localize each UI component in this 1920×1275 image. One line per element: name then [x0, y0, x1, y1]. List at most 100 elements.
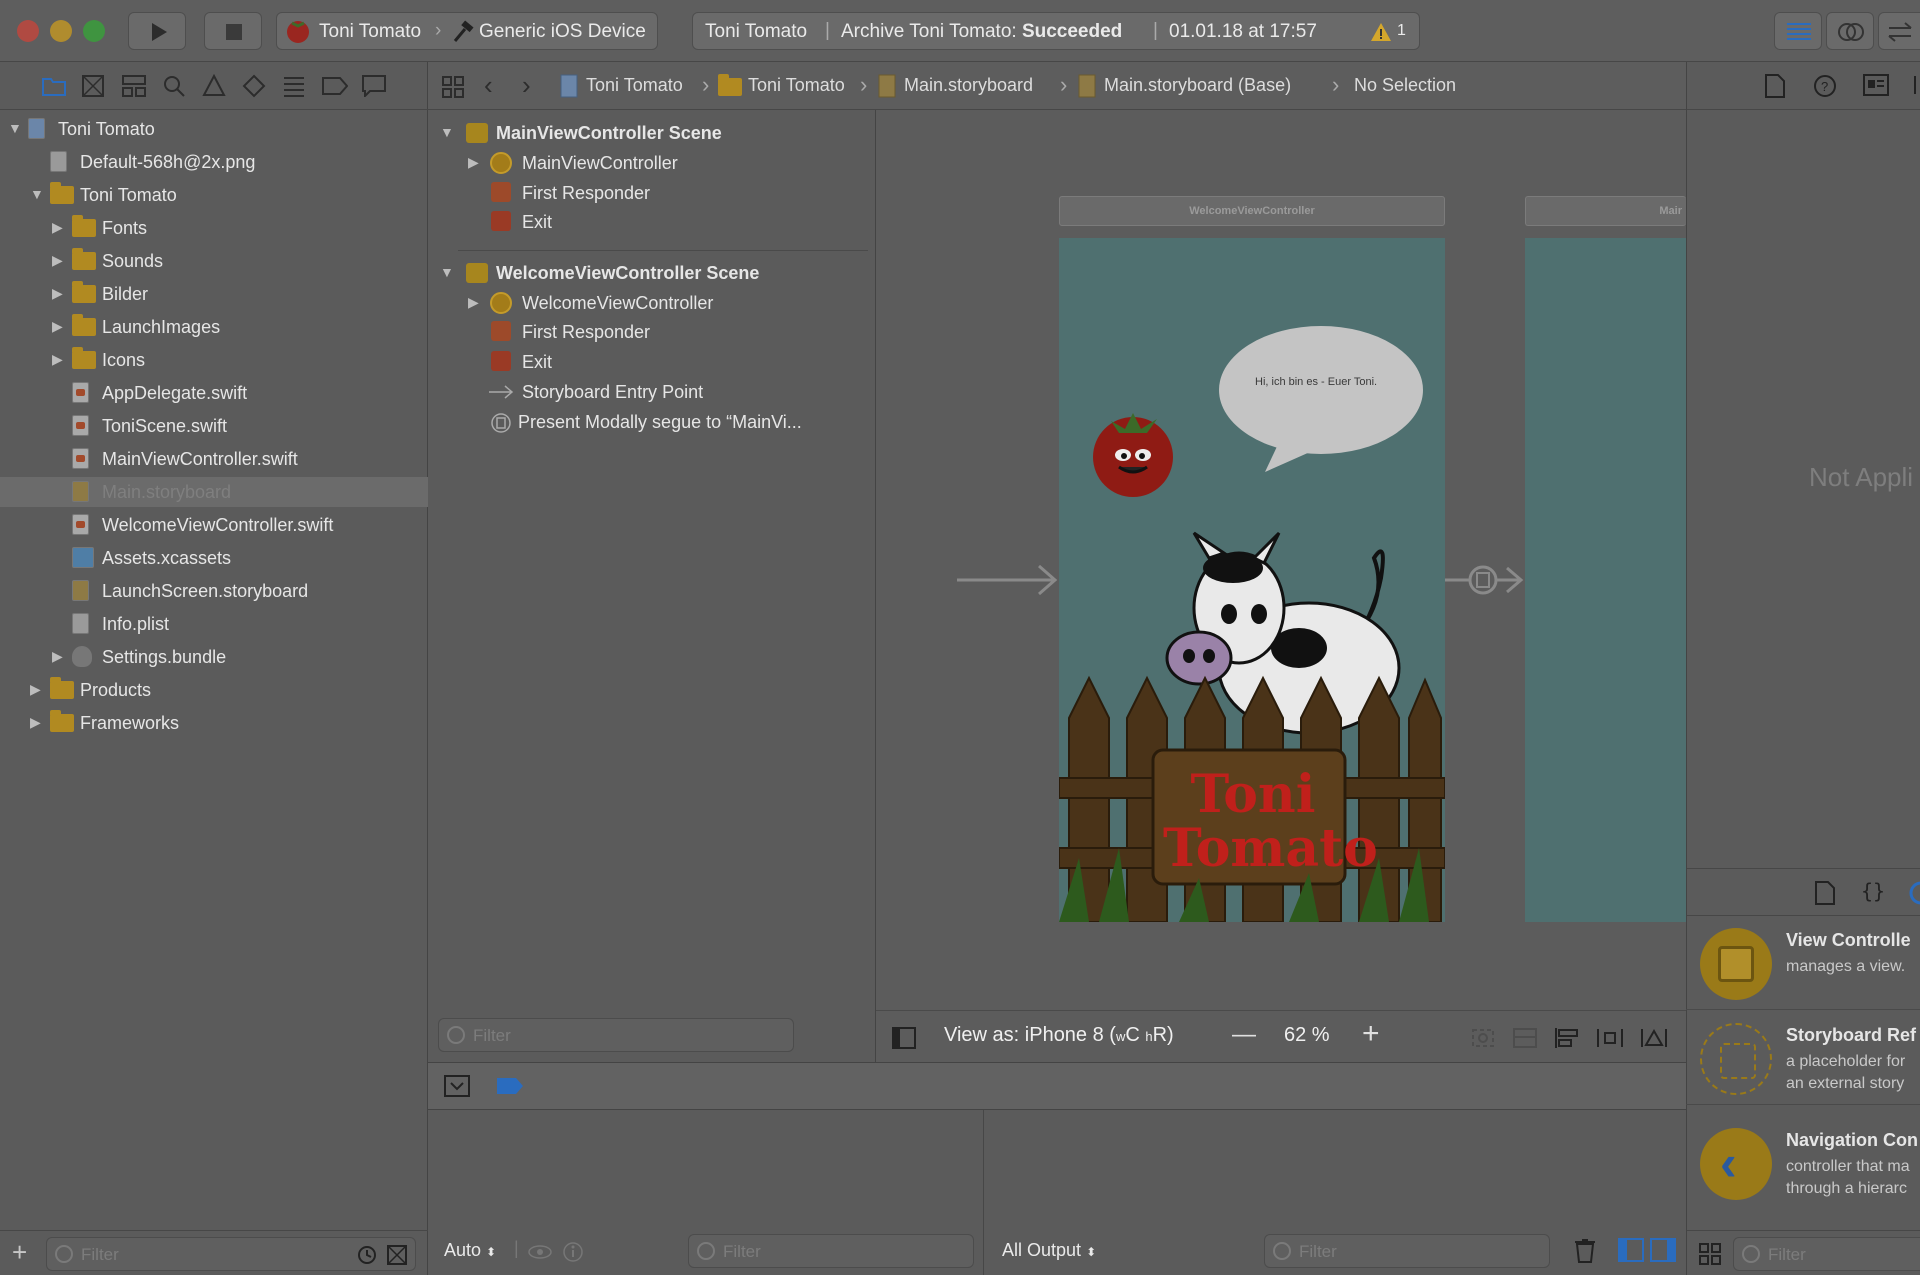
- library-item-navigation-controller[interactable]: ‹ Navigation Con controller that ma thro…: [1686, 1120, 1920, 1210]
- tree-row[interactable]: ▶ Frameworks: [0, 708, 428, 738]
- outline-item[interactable]: First Responder: [428, 178, 876, 208]
- object-library-icon[interactable]: [1909, 881, 1920, 905]
- outline-item[interactable]: ▶ WelcomeViewController: [428, 288, 876, 318]
- tree-row[interactable]: WelcomeViewController.swift: [0, 510, 428, 540]
- quick-help-icon[interactable]: ?: [1813, 74, 1837, 98]
- outline-item[interactable]: Exit: [428, 207, 876, 237]
- standard-editor-button[interactable]: [1774, 12, 1822, 50]
- outline-filter-field[interactable]: Filter: [438, 1018, 794, 1052]
- code-snippet-library-icon[interactable]: {}: [1861, 879, 1885, 903]
- segue-arrow[interactable]: [1445, 560, 1525, 600]
- console-output-select[interactable]: All Output ⬍: [1002, 1240, 1096, 1261]
- warning-indicator[interactable]: 1: [1369, 19, 1417, 45]
- quick-look-eye-icon[interactable]: [528, 1244, 552, 1260]
- update-frames-icon[interactable]: [1470, 1027, 1496, 1049]
- show-variables-view-icon[interactable]: [1618, 1238, 1644, 1262]
- outline-item[interactable]: ▶ MainViewController: [428, 148, 876, 178]
- close-window-button[interactable]: [17, 20, 39, 42]
- scene-title-bar[interactable]: WelcomeViewController: [1059, 196, 1445, 226]
- tree-row[interactable]: ▶ Sounds: [0, 246, 428, 276]
- console-filter-field[interactable]: Filter: [1264, 1234, 1550, 1268]
- breadcrumb-item-selection[interactable]: No Selection: [1354, 75, 1456, 96]
- tree-row[interactable]: LaunchScreen.storyboard: [0, 576, 428, 606]
- disclosure-open-icon[interactable]: ▼: [440, 264, 454, 280]
- file-inspector-icon[interactable]: [1765, 74, 1785, 98]
- identity-inspector-icon[interactable]: [1863, 74, 1889, 96]
- resolve-issues-icon[interactable]: [1640, 1027, 1668, 1049]
- tree-row[interactable]: Assets.xcassets: [0, 543, 428, 573]
- disclosure-closed-icon[interactable]: ▶: [52, 648, 63, 665]
- source-control-nav-icon[interactable]: [82, 75, 104, 97]
- disclosure-closed-icon[interactable]: ▶: [52, 318, 63, 335]
- version-editor-button[interactable]: [1878, 12, 1920, 50]
- zoom-out-icon[interactable]: —: [1232, 1021, 1256, 1049]
- tree-row[interactable]: AppDelegate.swift: [0, 378, 428, 408]
- tree-row[interactable]: MainViewController.swift: [0, 444, 428, 474]
- variables-scope-select[interactable]: Auto ⬍: [444, 1240, 496, 1261]
- recent-files-icon[interactable]: [357, 1245, 377, 1265]
- breakpoints-toggle-icon[interactable]: [496, 1077, 524, 1095]
- tree-row[interactable]: ToniScene.swift: [0, 411, 428, 441]
- disclosure-closed-icon[interactable]: ▶: [468, 154, 479, 171]
- library-item-storyboard-reference[interactable]: Storyboard Ref a placeholder for an exte…: [1686, 1015, 1920, 1105]
- symbol-nav-icon[interactable]: [122, 75, 146, 97]
- navigator-filter-field[interactable]: Filter: [46, 1237, 416, 1271]
- stop-button[interactable]: [204, 12, 262, 50]
- zoom-in-icon[interactable]: +: [1362, 1017, 1380, 1051]
- tree-row[interactable]: ▶ Products: [0, 675, 428, 705]
- add-icon[interactable]: +: [12, 1237, 27, 1268]
- attributes-inspector-icon[interactable]: [1911, 74, 1920, 96]
- tree-row[interactable]: Main.storyboard: [0, 477, 428, 507]
- variables-filter-field[interactable]: Filter: [688, 1234, 974, 1268]
- tree-row[interactable]: ▼ Toni Tomato: [0, 114, 428, 144]
- library-filter-field[interactable]: Filter: [1733, 1237, 1920, 1271]
- search-icon[interactable]: [162, 74, 186, 98]
- debug-nav-icon[interactable]: [282, 75, 306, 97]
- related-items-icon[interactable]: [442, 76, 464, 98]
- disclosure-open-icon[interactable]: ▼: [8, 120, 22, 136]
- entry-point-arrow[interactable]: [955, 560, 1059, 600]
- scheme-selector[interactable]: Toni Tomato › Generic iOS Device: [276, 12, 658, 50]
- issue-nav-icon[interactable]: [202, 74, 226, 98]
- run-button[interactable]: [128, 12, 186, 50]
- info-icon[interactable]: [562, 1241, 584, 1263]
- grid-view-icon[interactable]: [1699, 1243, 1721, 1265]
- file-template-library-icon[interactable]: [1815, 881, 1835, 905]
- main-view-controller-scene[interactable]: [1525, 238, 1686, 922]
- report-nav-icon[interactable]: [362, 75, 386, 97]
- outline-item[interactable]: Present Modally segue to “MainVi...: [428, 407, 876, 437]
- tree-row[interactable]: ▶ LaunchImages: [0, 312, 428, 342]
- align-icon[interactable]: [1554, 1027, 1580, 1049]
- library-item-view-controller[interactable]: View Controlle manages a view.: [1686, 920, 1920, 1010]
- view-as-label[interactable]: View as: iPhone 8 (wC hR): [944, 1024, 1174, 1047]
- tree-row[interactable]: ▶ Bilder: [0, 279, 428, 309]
- outline-item[interactable]: First Responder: [428, 317, 876, 347]
- outline-item[interactable]: Exit: [428, 347, 876, 377]
- disclosure-open-icon[interactable]: ▼: [440, 124, 454, 140]
- trash-icon[interactable]: [1574, 1238, 1596, 1264]
- show-console-view-icon[interactable]: [1650, 1238, 1676, 1262]
- zoom-window-button[interactable]: [83, 20, 105, 42]
- document-outline-toggle-icon[interactable]: [892, 1027, 916, 1049]
- disclosure-closed-icon[interactable]: ▶: [52, 285, 63, 302]
- welcome-view-controller-scene[interactable]: Hi, ich bin es - Euer Toni. Toni Tomato: [1059, 238, 1445, 922]
- test-nav-icon[interactable]: [242, 74, 266, 98]
- disclosure-closed-icon[interactable]: ▶: [468, 294, 479, 311]
- tree-row[interactable]: ▶ Fonts: [0, 213, 428, 243]
- disclosure-open-icon[interactable]: ▼: [30, 186, 44, 202]
- tree-row[interactable]: ▼ Toni Tomato: [0, 180, 428, 210]
- scm-filter-icon[interactable]: [387, 1245, 407, 1265]
- back-chevron-icon[interactable]: ‹: [484, 70, 493, 101]
- tree-row[interactable]: ▶ Settings.bundle: [0, 642, 428, 672]
- breakpoint-nav-icon[interactable]: [322, 77, 348, 95]
- disclosure-closed-icon[interactable]: ▶: [30, 681, 41, 698]
- hide-debug-area-icon[interactable]: [444, 1075, 470, 1097]
- outline-item[interactable]: Storyboard Entry Point: [428, 377, 876, 407]
- tree-row[interactable]: Info.plist: [0, 609, 428, 639]
- tree-row[interactable]: ▶ Icons: [0, 345, 428, 375]
- assistant-editor-button[interactable]: [1826, 12, 1874, 50]
- disclosure-closed-icon[interactable]: ▶: [30, 714, 41, 731]
- scene-title-bar[interactable]: Mair: [1525, 196, 1686, 226]
- minimize-window-button[interactable]: [50, 20, 72, 42]
- disclosure-closed-icon[interactable]: ▶: [52, 219, 63, 236]
